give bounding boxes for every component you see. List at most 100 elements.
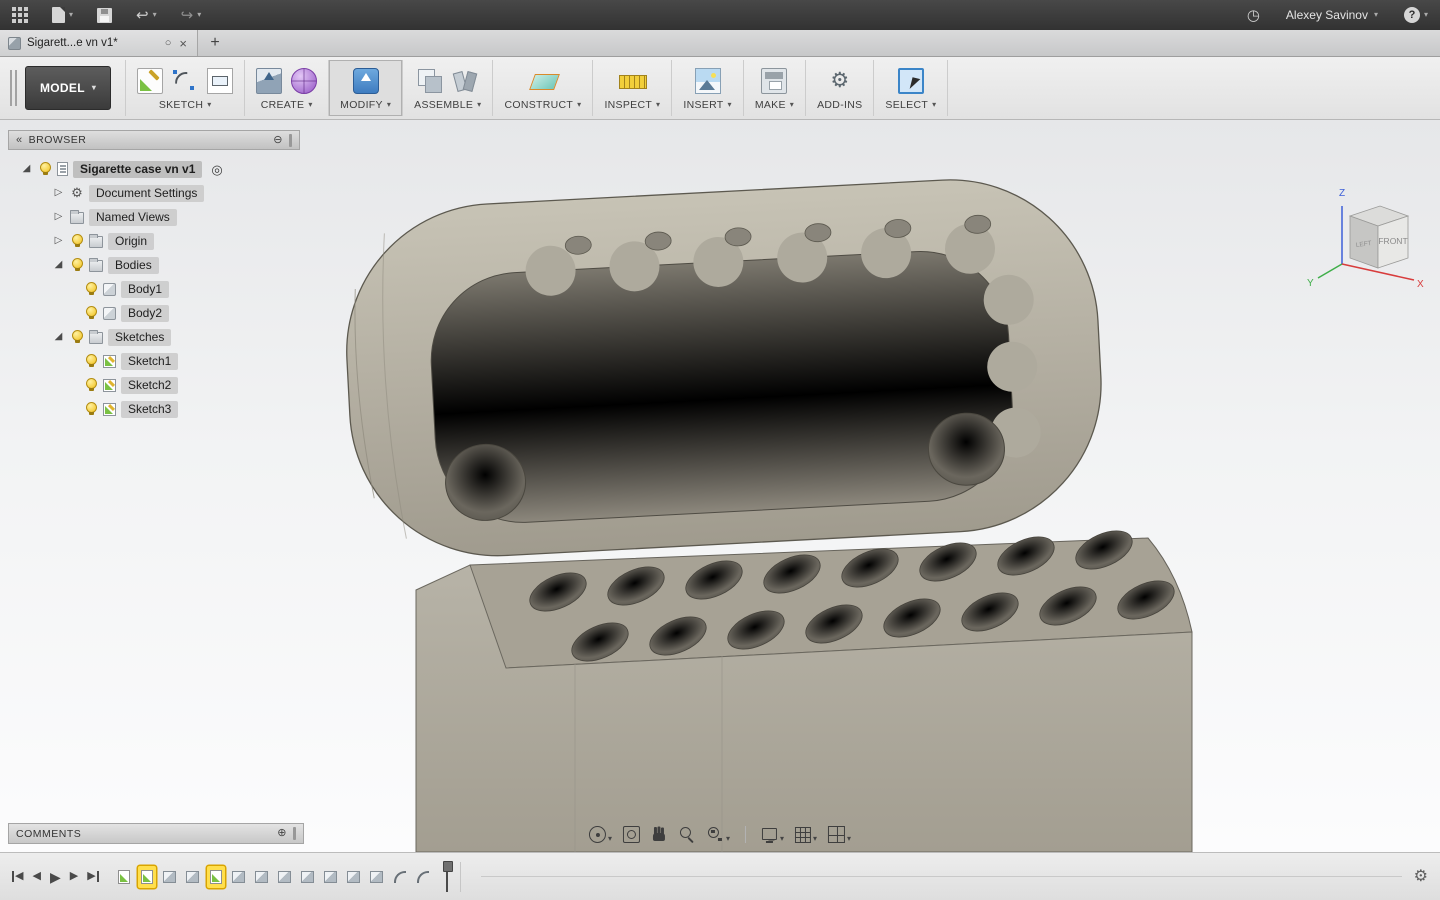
timeline-feature-4[interactable] xyxy=(184,866,202,888)
toolbar-menu-insert[interactable]: INSERT▾ xyxy=(683,99,731,111)
orbit-button[interactable]: ▾ xyxy=(589,826,612,843)
create-sketch-icon[interactable] xyxy=(137,68,163,94)
collapse-circle-icon[interactable]: ⊖ xyxy=(273,135,283,146)
timeline-feature-11[interactable] xyxy=(345,866,363,888)
timeline-feature-5[interactable] xyxy=(207,866,225,888)
expander-expanded-icon[interactable]: ◢ xyxy=(52,332,65,342)
step-back-button[interactable]: ◀ xyxy=(32,871,40,882)
user-account-menu[interactable]: Alexey Savinov ▾ xyxy=(1286,8,1378,22)
save-button[interactable] xyxy=(97,8,112,23)
visibility-bulb-icon[interactable] xyxy=(84,282,98,296)
toolbar-menu-add-ins[interactable]: ADD-INS xyxy=(817,99,862,111)
timeline-track[interactable] xyxy=(481,876,1402,877)
joint-icon[interactable] xyxy=(452,68,478,94)
toolbar-menu-construct[interactable]: CONSTRUCT▾ xyxy=(504,99,581,111)
expander-expanded-icon[interactable]: ◢ xyxy=(20,164,33,174)
zoom-window-button[interactable]: ▾ xyxy=(707,826,730,843)
timeline-feature-14[interactable] xyxy=(414,866,432,888)
timeline-feature-13[interactable] xyxy=(391,866,409,888)
model-canvas[interactable]: « BROWSER ⊖ ◢Sigarette case vn v1◎▷Docum… xyxy=(0,120,1440,852)
tree-row-bodies[interactable]: ◢Bodies xyxy=(8,253,300,277)
visibility-bulb-icon[interactable] xyxy=(70,330,84,344)
timeline-scrubber[interactable] xyxy=(442,861,452,893)
panel-resize-grip[interactable] xyxy=(293,827,296,840)
expander-collapsed-icon[interactable]: ▷ xyxy=(52,236,65,246)
skip-to-end-button[interactable]: ▶ xyxy=(87,871,98,882)
construct-plane-icon[interactable] xyxy=(530,68,556,94)
spline-icon[interactable] xyxy=(172,68,198,94)
pan-button[interactable] xyxy=(651,826,668,843)
panel-resize-grip[interactable] xyxy=(289,134,292,147)
toolbar-menu-create[interactable]: CREATE▾ xyxy=(261,99,313,111)
tree-row-sigarette-case-vn-v1[interactable]: ◢Sigarette case vn v1◎ xyxy=(8,157,300,181)
two-point-rectangle-icon[interactable] xyxy=(207,68,233,94)
timeline-feature-1[interactable] xyxy=(115,866,133,888)
redo-button[interactable]: ↪ ▾ xyxy=(181,8,202,23)
visibility-bulb-icon[interactable] xyxy=(70,234,84,248)
toolbar-menu-modify[interactable]: MODIFY▾ xyxy=(340,99,391,111)
workspace-switcher-button[interactable]: MODEL ▾ xyxy=(25,66,111,110)
file-menu-button[interactable]: ▾ xyxy=(52,7,73,23)
collapse-panel-icon[interactable]: « xyxy=(16,135,23,146)
extrude-icon[interactable] xyxy=(256,68,282,94)
timeline-settings-gear-icon[interactable]: ⚙ xyxy=(1414,869,1428,885)
expander-expanded-icon[interactable]: ◢ xyxy=(52,260,65,270)
tree-row-body2[interactable]: Body2 xyxy=(8,301,300,325)
timeline-feature-9[interactable] xyxy=(299,866,317,888)
case-body[interactable] xyxy=(416,523,1192,852)
press-pull-icon[interactable] xyxy=(353,68,379,94)
toolbar-menu-make[interactable]: MAKE▾ xyxy=(755,99,794,111)
expander-collapsed-icon[interactable]: ▷ xyxy=(52,212,65,222)
timeline-feature-3[interactable] xyxy=(161,866,179,888)
create-form-icon[interactable] xyxy=(291,68,317,94)
measure-icon[interactable] xyxy=(619,68,645,94)
zoom-button[interactable] xyxy=(679,826,696,843)
tree-row-origin[interactable]: ▷Origin xyxy=(8,229,300,253)
toolbar-menu-inspect[interactable]: INSPECT▾ xyxy=(604,99,660,111)
timeline-feature-6[interactable] xyxy=(230,866,248,888)
toolbar-menu-assemble[interactable]: ASSEMBLE▾ xyxy=(414,99,481,111)
visibility-bulb-icon[interactable] xyxy=(84,354,98,368)
activate-component-icon[interactable]: ◎ xyxy=(211,163,222,176)
toolbar-menu-select[interactable]: SELECT▾ xyxy=(885,99,936,111)
browser-header[interactable]: « BROWSER ⊖ xyxy=(8,130,300,150)
timeline-feature-10[interactable] xyxy=(322,866,340,888)
timeline-feature-2[interactable] xyxy=(138,866,156,888)
timeline-feature-7[interactable] xyxy=(253,866,271,888)
tree-row-document-settings[interactable]: ▷Document Settings xyxy=(8,181,300,205)
case-lid[interactable] xyxy=(339,172,1108,563)
toolbar-grip-handle[interactable] xyxy=(10,70,17,106)
look-at-button[interactable] xyxy=(623,826,640,843)
tree-row-body1[interactable]: Body1 xyxy=(8,277,300,301)
visibility-bulb-icon[interactable] xyxy=(84,378,98,392)
viewports-button[interactable]: ▾ xyxy=(828,826,851,843)
timeline-feature-8[interactable] xyxy=(276,866,294,888)
undo-button[interactable]: ↩ ▾ xyxy=(136,8,157,23)
tree-row-named-views[interactable]: ▷Named Views xyxy=(8,205,300,229)
step-forward-button[interactable]: ▶ xyxy=(70,871,78,882)
comments-panel[interactable]: COMMENTS ⊕ xyxy=(8,823,304,844)
visibility-bulb-icon[interactable] xyxy=(70,258,84,272)
visibility-bulb-icon[interactable] xyxy=(84,402,98,416)
visibility-bulb-icon[interactable] xyxy=(84,306,98,320)
close-tab-icon[interactable]: × xyxy=(177,36,189,51)
insert-image-icon[interactable] xyxy=(695,68,721,94)
new-tab-button[interactable]: + xyxy=(198,30,232,56)
display-settings-button[interactable]: ▾ xyxy=(761,826,784,843)
visibility-bulb-icon[interactable] xyxy=(38,162,52,176)
skip-to-start-button[interactable]: ◀ xyxy=(12,871,23,882)
toolbar-menu-sketch[interactable]: SKETCH▾ xyxy=(159,99,212,111)
timeline-feature-12[interactable] xyxy=(368,866,386,888)
select-icon[interactable] xyxy=(898,68,924,94)
app-grid-icon[interactable] xyxy=(12,7,28,23)
tree-row-sketch3[interactable]: Sketch3 xyxy=(8,397,300,421)
make-3d-print-icon[interactable] xyxy=(761,68,787,94)
grid-display-button[interactable]: ▾ xyxy=(795,827,817,843)
tree-row-sketches[interactable]: ◢Sketches xyxy=(8,325,300,349)
tree-row-sketch2[interactable]: Sketch2 xyxy=(8,373,300,397)
new-component-icon[interactable] xyxy=(417,68,443,94)
document-tab[interactable]: Sigarett...e vn v1* ○ × xyxy=(0,30,198,56)
tree-row-sketch1[interactable]: Sketch1 xyxy=(8,349,300,373)
help-menu-button[interactable]: ? ▾ xyxy=(1404,7,1428,23)
expand-circle-icon[interactable]: ⊕ xyxy=(277,828,287,839)
